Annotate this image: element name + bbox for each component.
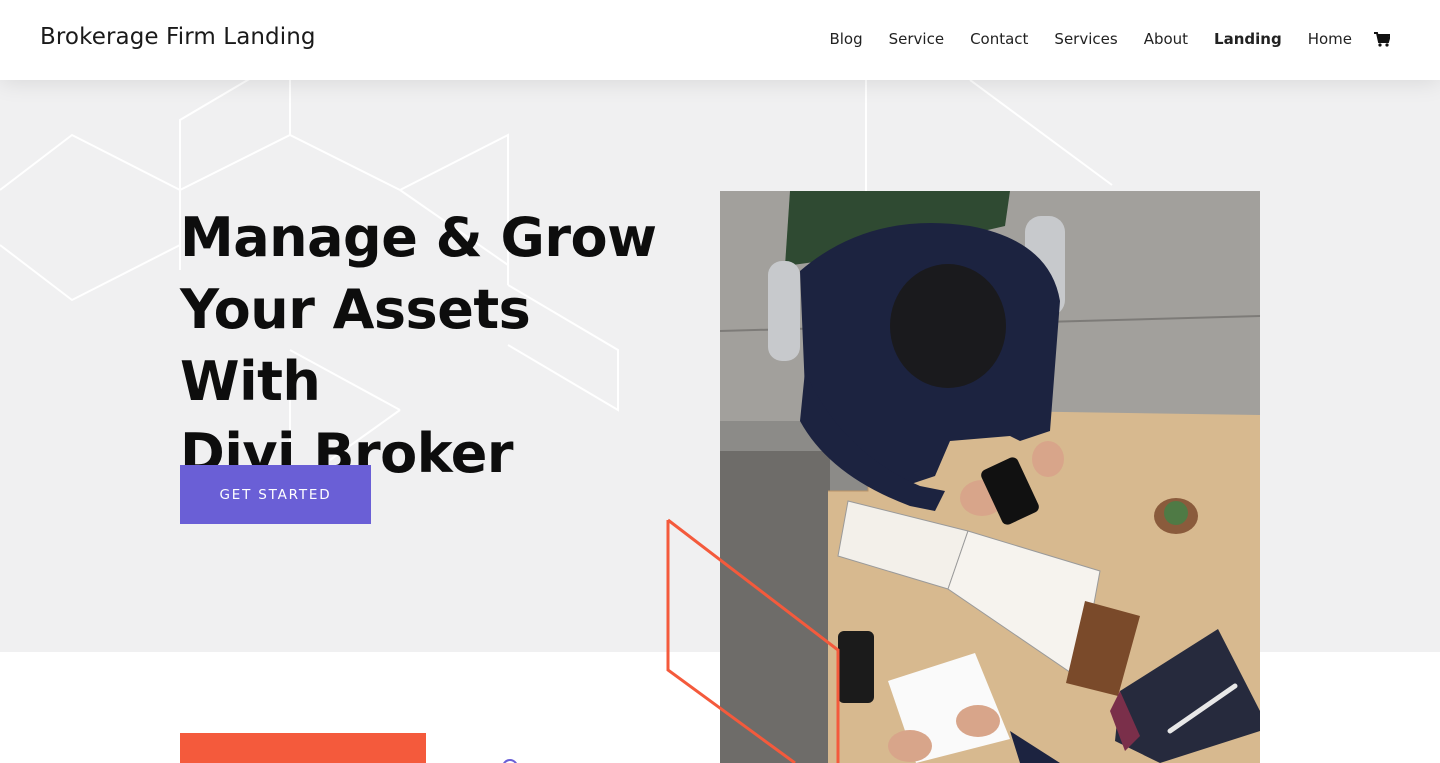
circle-icon (503, 759, 517, 763)
get-started-button[interactable]: GET STARTED (180, 465, 371, 524)
site-title[interactable]: Brokerage Firm Landing (40, 24, 316, 50)
site-header: Brokerage Firm Landing Blog Service Cont… (0, 0, 1440, 80)
nav-item-blog[interactable]: Blog (829, 30, 862, 48)
main-nav: Blog Service Contact Services About Land… (803, 30, 1392, 48)
headline-line-2: Your Assets With (180, 278, 531, 413)
nav-item-services[interactable]: Services (1054, 30, 1117, 48)
orange-hexagon-outline (666, 518, 840, 763)
orange-feature-block (180, 733, 426, 763)
nav-item-service[interactable]: Service (889, 30, 944, 48)
nav-item-about[interactable]: About (1144, 30, 1188, 48)
headline-line-1: Manage & Grow (180, 206, 657, 269)
hero-headline: Manage & Grow Your Assets With Divi Brok… (180, 202, 660, 490)
nav-item-landing[interactable]: Landing (1214, 30, 1282, 48)
shopping-cart-icon[interactable] (1374, 30, 1392, 48)
nav-item-contact[interactable]: Contact (970, 30, 1028, 48)
nav-item-home[interactable]: Home (1308, 30, 1352, 48)
